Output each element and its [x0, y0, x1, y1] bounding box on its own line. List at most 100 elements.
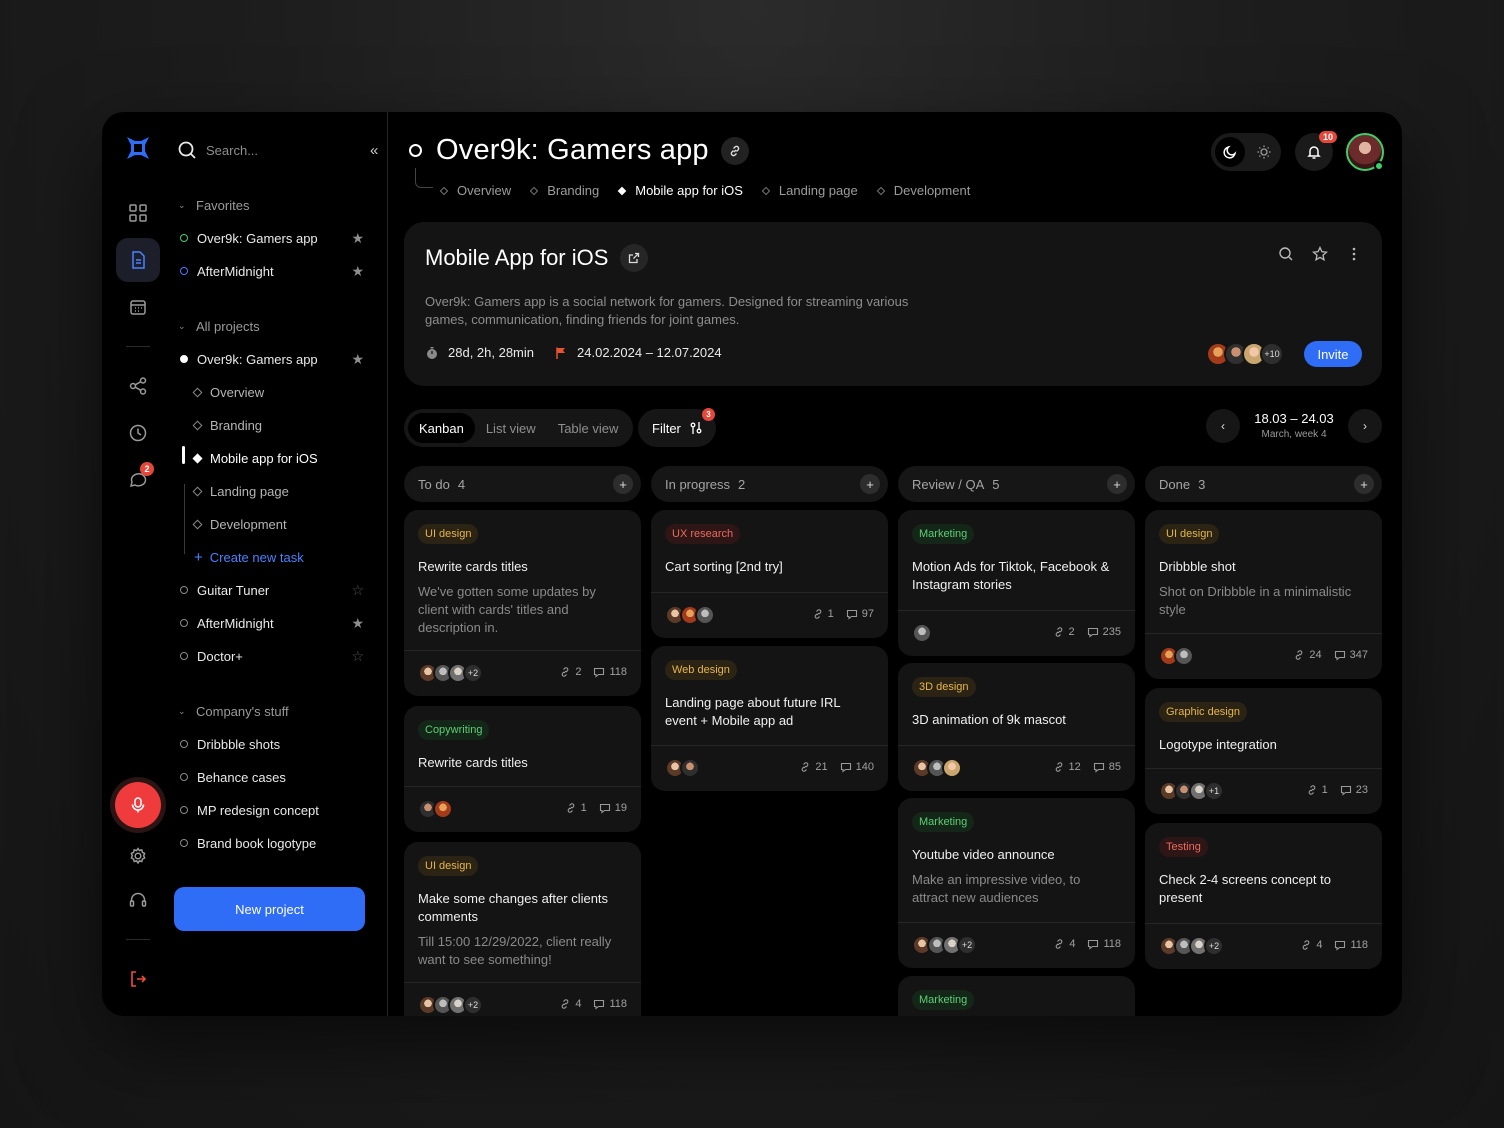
company-item[interactable]: Dribbble shots	[178, 734, 368, 754]
favorite-item[interactable]: AfterMidnight ★	[178, 261, 368, 281]
task-card[interactable]: Copywriting Rewrite cards titles 1 19	[404, 706, 641, 832]
task-title: Dribbble shot	[1159, 559, 1236, 574]
card-stats: 4 118	[1053, 938, 1121, 950]
calendar-icon[interactable]	[116, 285, 160, 329]
company-section[interactable]: ⌄ Company's stuff	[178, 704, 289, 719]
task-card[interactable]: UI design Make some changes after client…	[404, 842, 641, 1016]
task-card[interactable]: Web design Landing page about future IRL…	[651, 646, 888, 791]
star-icon[interactable]: ★	[351, 263, 364, 280]
share-icon[interactable]	[116, 364, 160, 408]
link-icon	[1296, 650, 1303, 660]
time-spent-value: 28d, 2h, 28min	[448, 345, 535, 360]
comments-value: 140	[855, 761, 874, 773]
add-card-button[interactable]: +	[1354, 474, 1374, 494]
project-item[interactable]: Guitar Tuner ☆	[178, 580, 368, 600]
chat-icon[interactable]: 2	[116, 458, 160, 502]
notifications-button[interactable]: 10	[1295, 131, 1337, 171]
star-icon[interactable]: ★	[351, 615, 364, 632]
star-outline-icon[interactable]	[1311, 245, 1329, 267]
task-card[interactable]: UI design Rewrite cards titles We've got…	[404, 510, 641, 696]
next-week-button[interactable]: ›	[1348, 409, 1382, 443]
link-icon[interactable]	[720, 136, 749, 165]
clock-icon[interactable]	[116, 411, 160, 455]
breadcrumb-connector	[415, 168, 433, 188]
task-tag: UX research	[665, 524, 741, 544]
rail-divider	[126, 939, 150, 940]
project-item[interactable]: Doctor+ ☆	[178, 646, 368, 666]
dashboard-icon[interactable]	[116, 191, 160, 235]
settings-icon[interactable]	[116, 834, 160, 878]
support-icon[interactable]	[116, 878, 160, 922]
tab-kanban[interactable]: Kanban	[408, 413, 475, 443]
sun-icon[interactable]	[1249, 137, 1279, 167]
documents-icon[interactable]	[116, 238, 160, 282]
search-input[interactable]	[206, 142, 356, 158]
tab-landing-page[interactable]: Landing page	[761, 183, 858, 198]
star-outline-icon[interactable]: ☆	[351, 648, 364, 665]
star-icon[interactable]: ★	[351, 351, 364, 368]
add-card-button[interactable]: +	[1107, 474, 1127, 494]
subitem-mobile-app[interactable]: Mobile app for iOS	[192, 448, 364, 468]
task-card[interactable]: Marketing	[898, 976, 1135, 1016]
comments-value: 97	[861, 608, 874, 620]
subitem-label: Development	[210, 516, 287, 532]
subitem-branding[interactable]: Branding	[192, 415, 364, 435]
task-card[interactable]: UI design Dribbble shot Shot on Dribbble…	[1145, 510, 1382, 679]
microphone-button[interactable]	[115, 782, 161, 828]
assignees: +2	[418, 995, 483, 1015]
task-card[interactable]: Marketing Motion Ads for Tiktok, Faceboo…	[898, 510, 1135, 656]
add-card-button[interactable]: +	[613, 474, 633, 494]
company-item[interactable]: Brand book logotype	[178, 833, 368, 853]
task-card[interactable]: 3D design 3D animation of 9k mascot 12 85	[898, 663, 1135, 791]
subitem-development[interactable]: Development	[192, 514, 364, 534]
filter-button[interactable]: Filter 3	[638, 408, 716, 447]
tab-mobile-app[interactable]: Mobile app for iOS	[617, 183, 743, 198]
link-icon	[1056, 939, 1063, 949]
tab-branding[interactable]: Branding	[529, 183, 599, 198]
prev-week-button[interactable]: ‹	[1206, 409, 1240, 443]
task-card[interactable]: Graphic design Logotype integration +1 1…	[1145, 688, 1382, 814]
card-stats: 4 118	[559, 998, 627, 1010]
company-item[interactable]: MP redesign concept	[178, 800, 368, 820]
task-card[interactable]: UX research Cart sorting [2nd try] 1 97	[651, 510, 888, 638]
comments-count: 23	[1340, 784, 1368, 796]
subitem-landing-page[interactable]: Landing page	[192, 481, 364, 501]
comments-count: 118	[1334, 939, 1368, 951]
collapse-sidebar-icon[interactable]: «	[370, 142, 378, 159]
new-project-button[interactable]: New project	[174, 887, 365, 931]
more-icon[interactable]	[1346, 246, 1362, 267]
logout-icon[interactable]	[116, 957, 160, 1001]
search-icon[interactable]	[1278, 246, 1294, 267]
invite-button[interactable]: Invite	[1304, 341, 1362, 367]
tab-list-view[interactable]: List view	[475, 413, 547, 443]
tab-development[interactable]: Development	[876, 183, 970, 198]
task-card[interactable]: Marketing Youtube video announce Make an…	[898, 798, 1135, 968]
add-card-button[interactable]: +	[860, 474, 880, 494]
subitem-overview[interactable]: Overview	[192, 382, 364, 402]
external-link-icon[interactable]	[620, 244, 649, 272]
company-item[interactable]: Behance cases	[178, 767, 368, 787]
tree-line	[184, 484, 185, 554]
project-item[interactable]: Over9k: Gamers app ★	[178, 349, 368, 369]
tab-table-view[interactable]: Table view	[547, 413, 630, 443]
date-range: 24.02.2024 – 12.07.2024	[554, 345, 722, 360]
link-icon	[562, 667, 569, 677]
favorites-section[interactable]: ⌄ Favorites	[178, 198, 249, 213]
tab-overview[interactable]: Overview	[439, 183, 511, 198]
search-bar[interactable]	[174, 138, 384, 162]
moon-icon[interactable]	[1215, 137, 1245, 167]
user-avatar[interactable]	[1346, 133, 1384, 171]
time-spent: 28d, 2h, 28min	[425, 345, 534, 360]
star-icon[interactable]: ★	[351, 230, 364, 247]
star-outline-icon[interactable]: ☆	[351, 582, 364, 599]
team-avatars[interactable]: +10	[1206, 342, 1284, 366]
logo-icon[interactable]	[116, 126, 160, 170]
all-projects-section[interactable]: ⌄ All projects	[178, 319, 260, 334]
create-task-link[interactable]: + Create new task	[194, 547, 364, 567]
task-tag: UI design	[418, 856, 479, 876]
theme-toggle[interactable]	[1211, 133, 1281, 171]
task-card[interactable]: Testing Check 2-4 screens concept to pre…	[1145, 823, 1382, 969]
project-item[interactable]: AfterMidnight ★	[178, 613, 368, 633]
links-value: 21	[815, 761, 828, 773]
favorite-item[interactable]: Over9k: Gamers app ★	[178, 228, 368, 248]
